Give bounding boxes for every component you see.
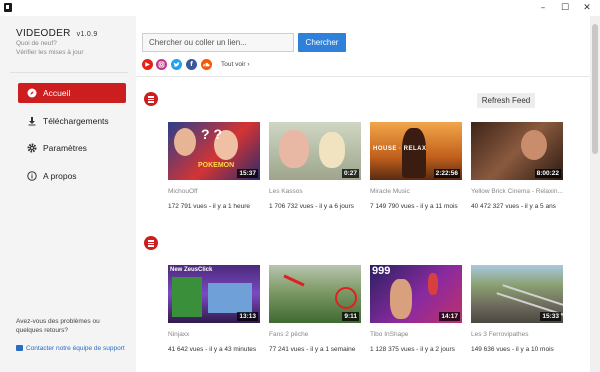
- feed-list-icon[interactable]: [144, 92, 158, 106]
- video-age: il y a 1 semaine: [310, 346, 356, 353]
- search-button[interactable]: Chercher: [298, 33, 346, 52]
- sidebar-item-label: Paramètres: [43, 143, 87, 153]
- video-thumbnail[interactable]: 8:00:22: [471, 122, 563, 180]
- chat-icon: [16, 345, 23, 351]
- video-age: il y a 43 minutes: [209, 346, 257, 353]
- view-count: 41 642 vues: [168, 346, 204, 353]
- video-age: il y a 10 mois: [515, 346, 554, 353]
- video-duration: 15:33: [540, 312, 561, 321]
- see-all-sites-link[interactable]: Tout voir ›: [221, 61, 250, 68]
- soundcloud-icon[interactable]: [201, 59, 212, 70]
- video-age: il y a 5 ans: [524, 203, 556, 210]
- thumbnail-overlay-text: HOUSE · RELAX: [373, 146, 427, 152]
- channel-name[interactable]: Fans 2 pêche: [269, 331, 364, 338]
- feed-list-icon[interactable]: [144, 236, 158, 250]
- title-bar: – ☐ ✕: [0, 0, 600, 16]
- channel-name[interactable]: Ninjaxx: [168, 331, 263, 338]
- thumbnail-overlay-text: New ZeusClick: [170, 267, 213, 273]
- channel-name[interactable]: Miracle Music: [370, 188, 465, 195]
- sidebar-item-accueil[interactable]: Accueil: [18, 83, 126, 103]
- channel-name[interactable]: Tibo InShape: [370, 331, 465, 338]
- video-duration: 0:27: [341, 169, 359, 178]
- thumbnail-overlay-text: POKEMON: [198, 162, 235, 169]
- video-meta: 172 791 vues - il y a 1 heure: [168, 203, 251, 210]
- video-meta: 40 472 327 vues - il y a 5 ans: [471, 203, 556, 210]
- help-text: Avez-vous des problèmes ou quelques reto…: [16, 318, 100, 334]
- video-age: il y a 6 jours: [319, 203, 354, 210]
- video-thumbnail[interactable]: 15:33: [471, 265, 563, 323]
- view-count: 149 636 vues: [471, 346, 511, 353]
- channel-name[interactable]: Yellow Brick Cinema - Relaxin...: [471, 188, 566, 195]
- search-input[interactable]: [142, 33, 294, 52]
- refresh-feed-button[interactable]: Refresh Feed: [477, 93, 535, 108]
- view-count: 1 706 732 vues: [269, 203, 314, 210]
- contact-support-link[interactable]: Contacter notre équipe de support: [16, 344, 126, 353]
- video-thumbnail[interactable]: 999 14:17: [370, 265, 462, 323]
- check-updates-link[interactable]: Vérifier les mises à jour: [16, 49, 84, 56]
- video-age: il y a 2 jours: [420, 346, 455, 353]
- youtube-icon[interactable]: ▶: [142, 59, 153, 70]
- info-icon: [27, 171, 37, 181]
- video-meta: 77 241 vues - il y a 1 semaine: [269, 346, 356, 353]
- minimize-button[interactable]: –: [532, 0, 554, 16]
- sidebar-item-parametres[interactable]: Paramètres: [18, 138, 126, 158]
- video-meta: 1 706 732 vues - il y a 6 jours: [269, 203, 354, 210]
- maximize-button[interactable]: ☐: [554, 0, 576, 16]
- video-duration: 13:13: [237, 312, 258, 321]
- video-thumbnail[interactable]: New ZeusClick 13:13: [168, 265, 260, 323]
- channel-name[interactable]: Les Kassos: [269, 188, 364, 195]
- video-thumbnail[interactable]: 0:27: [269, 122, 361, 180]
- facebook-icon[interactable]: f: [186, 59, 197, 70]
- instagram-icon[interactable]: [156, 59, 167, 70]
- video-thumbnail[interactable]: ? ? POKEMON 15:37: [168, 122, 260, 180]
- thumbnail-overlay-text: 999: [372, 265, 391, 277]
- sidebar-item-label: Accueil: [43, 88, 71, 98]
- video-duration: 2:22:56: [433, 169, 460, 178]
- sidebar: VIDEODER v1.0.9 Quoi de neuf? Vérifier le…: [0, 16, 136, 372]
- video-meta: 41 642 vues - il y a 43 minutes: [168, 346, 257, 353]
- main-content: Chercher ▶ f Tout voir › Refresh Feed ? …: [136, 16, 590, 372]
- video-meta: 7 149 790 vues - il y a 11 mois: [370, 203, 458, 210]
- app-brand: VIDEODER v1.0.9: [16, 28, 98, 39]
- contact-support-label: Contacter notre équipe de support: [26, 345, 125, 352]
- whats-new-link[interactable]: Quoi de neuf?: [16, 40, 57, 47]
- view-count: 7 149 790 vues: [370, 203, 415, 210]
- app-name: VIDEODER: [16, 28, 71, 39]
- header-divider: [136, 76, 590, 77]
- sidebar-item-telechargements[interactable]: Téléchargements: [18, 111, 126, 131]
- video-duration: 15:37: [237, 169, 258, 178]
- twitter-icon[interactable]: [171, 59, 182, 70]
- download-icon: [27, 116, 37, 126]
- channel-name[interactable]: MichouOff: [168, 188, 263, 195]
- compass-icon: [27, 88, 37, 98]
- gear-icon: [27, 143, 37, 153]
- sidebar-item-label: A propos: [43, 171, 77, 181]
- video-age: il y a 1 heure: [212, 203, 251, 210]
- sidebar-item-a-propos[interactable]: A propos: [18, 166, 126, 186]
- view-count: 172 791 vues: [168, 203, 208, 210]
- channel-name[interactable]: Les 3 Ferrovipathes: [471, 331, 566, 338]
- video-age: il y a 11 mois: [420, 203, 458, 210]
- view-count: 1 128 375 vues: [370, 346, 415, 353]
- scrollbar-thumb[interactable]: [592, 24, 598, 154]
- video-thumbnail[interactable]: 9:11: [269, 265, 361, 323]
- video-duration: 8:00:22: [534, 169, 561, 178]
- app-logo-icon: [4, 3, 12, 12]
- sidebar-item-label: Téléchargements: [43, 116, 109, 126]
- video-thumbnail[interactable]: HOUSE · RELAX 2:22:56: [370, 122, 462, 180]
- close-button[interactable]: ✕: [576, 0, 598, 16]
- video-meta: 1 128 375 vues - il y a 2 jours: [370, 346, 455, 353]
- video-duration: 14:17: [439, 312, 460, 321]
- view-count: 77 241 vues: [269, 346, 305, 353]
- video-meta: 149 636 vues - il y a 10 mois: [471, 346, 554, 353]
- sidebar-divider: [10, 72, 128, 73]
- view-count: 40 472 327 vues: [471, 203, 520, 210]
- video-duration: 9:11: [342, 312, 359, 321]
- app-version: v1.0.9: [76, 31, 98, 38]
